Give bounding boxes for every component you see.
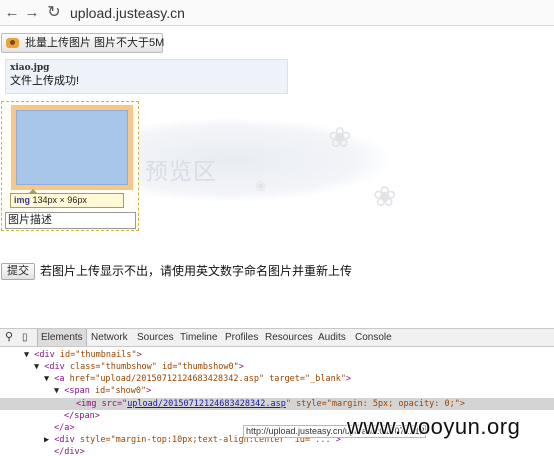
img-src-link[interactable]: upload/20150712124683428342.asp xyxy=(127,399,286,409)
address-bar[interactable]: upload.justeasy.cn xyxy=(70,3,550,23)
tab-elements[interactable]: Elements xyxy=(37,329,87,346)
tab-console[interactable]: Console xyxy=(355,329,392,346)
tab-network[interactable]: Network xyxy=(91,329,128,346)
tab-sources[interactable]: Sources xyxy=(137,329,174,346)
dom-node[interactable]: ▼ <span id="show0"> xyxy=(54,385,151,397)
browser-toolbar: ← → ↻ upload.justeasy.cn xyxy=(0,0,554,26)
element-size-tooltip: img 134px × 96px xyxy=(10,189,124,208)
search-icon[interactable]: ⚲ xyxy=(5,329,13,346)
paw-print-icon: ❀ xyxy=(373,181,397,212)
watermark-text: www.wooyun.org xyxy=(347,414,521,439)
uploaded-file-name: xiao.jpg xyxy=(10,63,50,73)
expand-triangle-icon[interactable]: ▼ xyxy=(24,350,29,360)
tab-resources[interactable]: Resources xyxy=(265,329,313,346)
forward-arrow-icon[interactable]: → xyxy=(22,3,42,23)
dom-node[interactable]: ▼ <div class="thumbshow" id="thumbshow0"… xyxy=(34,361,244,373)
thumbnail-highlight xyxy=(11,105,133,190)
upload-status-box: xiao.jpg 文件上传成功! xyxy=(5,59,288,94)
dom-node-close: </div> xyxy=(54,447,85,456)
batch-upload-button[interactable]: 批量上传图片 图片不大于5M xyxy=(1,33,165,53)
dom-node[interactable]: ▼ <div id="thumbnails"> xyxy=(24,349,142,361)
dom-node-close: </a> xyxy=(54,423,75,433)
expand-triangle-icon[interactable]: ▼ xyxy=(44,374,49,384)
device-mode-icon[interactable]: ▯ xyxy=(22,329,28,346)
tooltip-size: 134px × 96px xyxy=(32,195,87,205)
expand-triangle-icon[interactable]: ▶ xyxy=(44,435,49,445)
thumbnail-image[interactable] xyxy=(16,110,128,185)
camera-icon xyxy=(6,38,19,48)
back-arrow-icon[interactable]: ← xyxy=(2,3,22,23)
preview-area-label: 预览区 xyxy=(145,158,217,184)
image-description-input[interactable]: 图片描述 xyxy=(5,212,136,229)
batch-upload-label: 批量上传图片 图片不大于5M xyxy=(25,37,165,49)
tab-audits[interactable]: Audits xyxy=(318,329,346,346)
dom-node-img[interactable]: <img src="upload/20150712124683428342.as… xyxy=(76,398,465,410)
tooltip-tag: img xyxy=(14,195,31,205)
submit-button[interactable]: 提交 xyxy=(1,263,35,280)
expand-triangle-icon[interactable]: ▼ xyxy=(34,362,39,372)
tab-timeline[interactable]: Timeline xyxy=(180,329,217,346)
tab-profiles[interactable]: Profiles xyxy=(225,329,258,346)
dom-node-close: </span> xyxy=(64,411,100,421)
expand-triangle-icon[interactable]: ▼ xyxy=(54,386,59,396)
paw-print-icon: ❀ xyxy=(328,122,352,153)
paw-print-icon: ❀ xyxy=(255,178,267,194)
dom-node[interactable]: ▼ <a href="upload/20150712124683428342.a… xyxy=(44,373,351,385)
reload-icon[interactable]: ↻ xyxy=(44,3,64,23)
devtools-tab-bar: ⚲ ▯ Elements Network Sources Timeline Pr… xyxy=(0,328,554,347)
upload-success-message: 文件上传成功! xyxy=(10,75,80,87)
upload-hint-text: 若图片上传显示不出，请使用英文数字命名图片并重新上传 xyxy=(40,264,353,278)
